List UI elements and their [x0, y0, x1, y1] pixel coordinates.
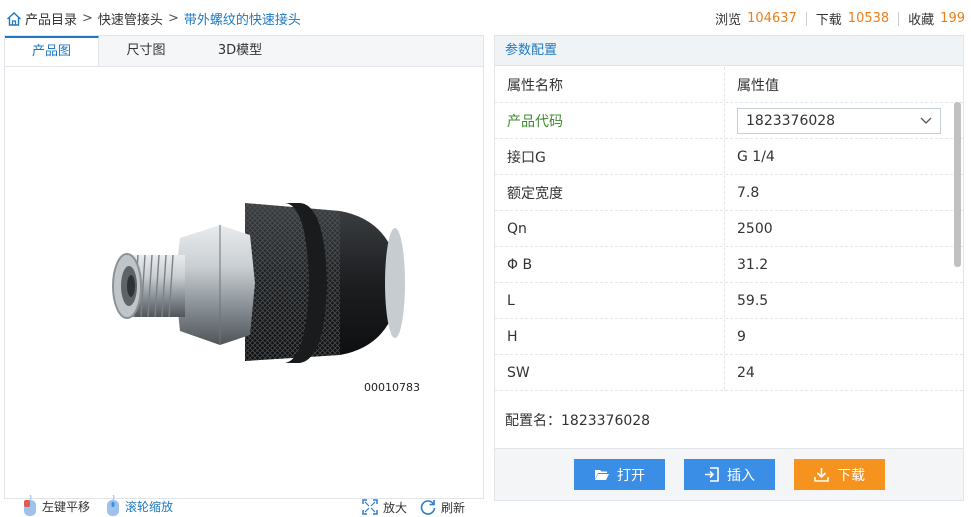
downloads-stat: 下载 10538 — [816, 9, 889, 28]
table-row: L 59.5 — [495, 283, 963, 319]
product-view-panel: 产品图 尺寸图 3D模型 00010783 左键平移 滚轮缩放 放大 刷新 — [4, 35, 484, 516]
views-stat: 浏览 104637 — [715, 9, 797, 28]
header-name: 属性名称 — [495, 67, 725, 102]
row-value: 2500 — [737, 220, 773, 237]
pan-hint: 左键平移 — [42, 499, 91, 514]
header-value: 属性值 — [737, 77, 779, 94]
download-button[interactable]: 下载 — [794, 459, 885, 490]
row-name: 接口G — [495, 139, 725, 174]
config-name-value: 1823376028 — [561, 413, 651, 429]
row-name: Φ B — [495, 247, 725, 282]
action-bar: 打开 插入 下载 — [495, 448, 963, 500]
row-value: G 1/4 — [737, 148, 775, 165]
chevron-down-icon — [920, 117, 932, 124]
download-icon — [814, 468, 829, 482]
refresh-button[interactable]: 刷新 — [419, 498, 465, 516]
product-code-select[interactable]: 1823376028 — [737, 107, 941, 134]
row-name: L — [495, 283, 725, 318]
table-row: 额定宽度 7.8 — [495, 175, 963, 211]
view-tabs: 产品图 尺寸图 3D模型 — [5, 36, 483, 67]
row-name: Qn — [495, 211, 725, 246]
refresh-icon — [420, 500, 436, 515]
breadcrumb-separator: > — [167, 11, 179, 26]
table-row: 接口G G 1/4 — [495, 139, 963, 175]
mouse-hints: 左键平移 滚轮缩放 — [23, 495, 173, 517]
downloads-label: 下载 — [815, 13, 842, 28]
breadcrumb-item-current[interactable]: 带外螺纹的快速接头 — [184, 9, 301, 28]
folder-open-icon — [595, 470, 609, 480]
breadcrumb: 产品目录 > 快速管接头 > 带外螺纹的快速接头 — [6, 9, 301, 28]
open-button[interactable]: 打开 — [574, 459, 665, 490]
table-row: Qn 2500 — [495, 211, 963, 247]
part-code-label: 00010783 — [364, 381, 420, 394]
mouse-wheel-icon — [107, 495, 120, 516]
row-name: 额定宽度 — [495, 175, 725, 210]
table-scrollbar[interactable] — [954, 102, 961, 267]
parameter-panel: 参数配置 属性名称 属性值 产品代码 1823376028 接口G G 1/4 … — [494, 35, 964, 501]
fullscreen-icon — [362, 499, 378, 515]
row-value: 24 — [737, 364, 755, 381]
row-value: 9 — [737, 328, 746, 345]
breadcrumb-item-catalog[interactable]: 产品目录 — [25, 9, 77, 28]
row-value: 59.5 — [737, 292, 769, 309]
product-code-label: 产品代码 — [495, 103, 725, 138]
tab-dimension-drawing[interactable]: 尺寸图 — [99, 36, 193, 66]
favorites-count: 199 — [940, 11, 965, 26]
stats-bar: 浏览 104637 下载 10538 收藏 199 — [715, 9, 965, 28]
table-row: SW 24 — [495, 355, 963, 391]
open-label: 打开 — [617, 467, 645, 484]
table-header: 属性名称 属性值 — [495, 67, 963, 103]
parameter-panel-title: 参数配置 — [495, 36, 963, 66]
tab-3d-model[interactable]: 3D模型 — [193, 36, 287, 66]
breadcrumb-item-category[interactable]: 快速管接头 — [98, 9, 163, 28]
table-row-product-code: 产品代码 1823376028 — [495, 103, 963, 139]
row-value: 31.2 — [737, 256, 769, 273]
row-name: H — [495, 319, 725, 354]
enlarge-label: 放大 — [382, 500, 407, 515]
insert-label: 插入 — [727, 467, 755, 484]
row-name: SW — [495, 355, 725, 390]
tab-product-image[interactable]: 产品图 — [5, 36, 99, 66]
top-bar: 产品目录 > 快速管接头 > 带外螺纹的快速接头 浏览 104637 下载 10… — [0, 0, 971, 36]
favorites-label[interactable]: 收藏 — [908, 9, 934, 28]
table-row: H 9 — [495, 319, 963, 355]
download-label: 下载 — [837, 467, 865, 484]
mouse-left-icon — [24, 495, 36, 516]
home-icon[interactable] — [6, 11, 22, 27]
breadcrumb-separator: > — [82, 11, 93, 26]
config-name-label: 配置名： — [505, 413, 561, 429]
table-row: Φ B 31.2 — [495, 247, 963, 283]
product-code-cell: 1823376028 — [725, 103, 963, 138]
insert-button[interactable]: 插入 — [684, 459, 775, 490]
product-code-value: 1823376028 — [746, 112, 836, 129]
enlarge-button[interactable]: 放大 — [361, 498, 407, 516]
refresh-label: 刷新 — [440, 500, 465, 515]
views-label: 浏览 — [715, 13, 742, 28]
insert-icon — [705, 467, 719, 482]
views-count: 104637 — [747, 11, 797, 26]
product-image — [112, 203, 405, 363]
favorites-stat[interactable]: 收藏 199 — [908, 9, 965, 28]
divider — [805, 11, 807, 26]
product-viewer[interactable]: 00010783 左键平移 滚轮缩放 放大 刷新 — [5, 68, 483, 516]
config-name: 配置名：1823376028 — [505, 410, 650, 430]
row-value: 7.8 — [737, 184, 760, 201]
divider — [898, 11, 900, 26]
zoom-hint: 滚轮缩放 — [125, 499, 174, 514]
viewer-controls: 放大 刷新 — [361, 498, 465, 516]
downloads-count: 10538 — [847, 11, 890, 26]
parameter-table[interactable]: 属性名称 属性值 产品代码 1823376028 接口G G 1/4 额定宽度 … — [495, 67, 963, 391]
